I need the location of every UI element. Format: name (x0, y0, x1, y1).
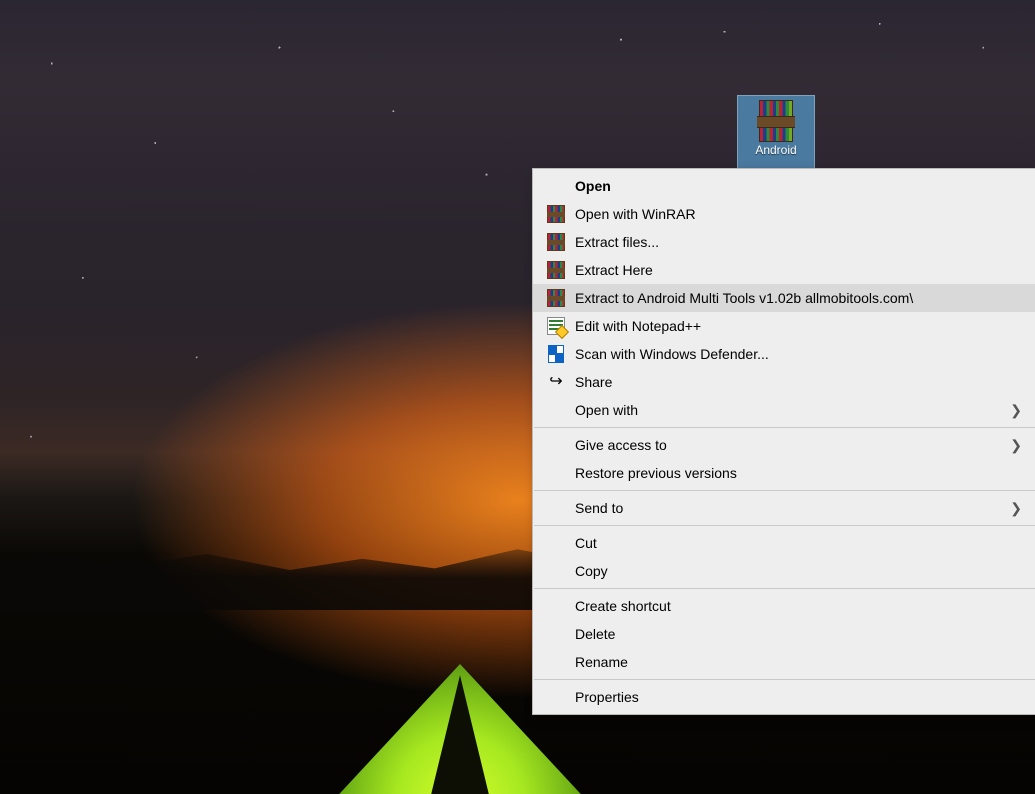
menu-send-to[interactable]: Send to ❯ (533, 494, 1035, 522)
winrar-books-icon (547, 233, 565, 251)
blank-icon (547, 177, 565, 195)
menu-edit-notepadpp[interactable]: Edit with Notepad++ (533, 312, 1035, 340)
blank-icon (547, 562, 565, 580)
menu-delete[interactable]: Delete (533, 620, 1035, 648)
blank-icon (547, 534, 565, 552)
blank-icon (547, 436, 565, 454)
blank-icon (547, 401, 565, 419)
menu-create-shortcut[interactable]: Create shortcut (533, 592, 1035, 620)
desktop-icon-android-archive[interactable]: Android (737, 95, 815, 171)
submenu-chevron-icon: ❯ (1010, 402, 1022, 419)
menu-label: Cut (575, 535, 1022, 551)
menu-separator (534, 490, 1035, 491)
menu-open-with-winrar[interactable]: Open with WinRAR (533, 200, 1035, 228)
menu-give-access-to[interactable]: Give access to ❯ (533, 431, 1035, 459)
menu-label: Send to (575, 500, 1002, 516)
menu-share[interactable]: ↪ Share (533, 368, 1035, 396)
menu-restore-previous-versions[interactable]: Restore previous versions (533, 459, 1035, 487)
winrar-books-icon (547, 261, 565, 279)
menu-separator (534, 427, 1035, 428)
menu-label: Scan with Windows Defender... (575, 346, 1022, 362)
menu-open-with[interactable]: Open with ❯ (533, 396, 1035, 424)
menu-rename[interactable]: Rename (533, 648, 1035, 676)
defender-shield-icon (547, 345, 565, 363)
menu-extract-here[interactable]: Extract Here (533, 256, 1035, 284)
menu-label: Give access to (575, 437, 1002, 453)
menu-separator (534, 679, 1035, 680)
menu-open[interactable]: Open (533, 172, 1035, 200)
submenu-chevron-icon: ❯ (1010, 500, 1022, 517)
blank-icon (547, 464, 565, 482)
blank-icon (547, 688, 565, 706)
menu-separator (534, 588, 1035, 589)
menu-label: Open with (575, 402, 1002, 418)
menu-label: Extract files... (575, 234, 1022, 250)
winrar-books-icon (547, 205, 565, 223)
menu-extract-files[interactable]: Extract files... (533, 228, 1035, 256)
menu-label: Create shortcut (575, 598, 1022, 614)
menu-label: Extract to Android Multi Tools v1.02b al… (575, 290, 1022, 306)
menu-scan-defender[interactable]: Scan with Windows Defender... (533, 340, 1035, 368)
menu-properties[interactable]: Properties (533, 683, 1035, 711)
desktop-icon-label: Android (738, 143, 814, 157)
menu-label: Delete (575, 626, 1022, 642)
menu-label: Copy (575, 563, 1022, 579)
blank-icon (547, 597, 565, 615)
menu-label: Restore previous versions (575, 465, 1022, 481)
menu-label: Share (575, 374, 1022, 390)
menu-label: Open with WinRAR (575, 206, 1022, 222)
menu-label: Edit with Notepad++ (575, 318, 1022, 334)
winrar-archive-icon (759, 100, 793, 140)
menu-label: Open (575, 178, 1022, 194)
winrar-books-icon (547, 289, 565, 307)
menu-copy[interactable]: Copy (533, 557, 1035, 585)
menu-cut[interactable]: Cut (533, 529, 1035, 557)
menu-separator (534, 525, 1035, 526)
menu-label: Extract Here (575, 262, 1022, 278)
share-icon: ↪ (547, 373, 565, 391)
submenu-chevron-icon: ❯ (1010, 437, 1022, 454)
menu-extract-to-folder[interactable]: Extract to Android Multi Tools v1.02b al… (533, 284, 1035, 312)
notepadpp-icon (547, 317, 565, 335)
blank-icon (547, 499, 565, 517)
blank-icon (547, 653, 565, 671)
menu-label: Rename (575, 654, 1022, 670)
blank-icon (547, 625, 565, 643)
menu-label: Properties (575, 689, 1022, 705)
context-menu: Open Open with WinRAR Extract files... E… (532, 168, 1035, 715)
desktop-wallpaper: Android Open Open with WinRAR Extract fi… (0, 0, 1035, 794)
